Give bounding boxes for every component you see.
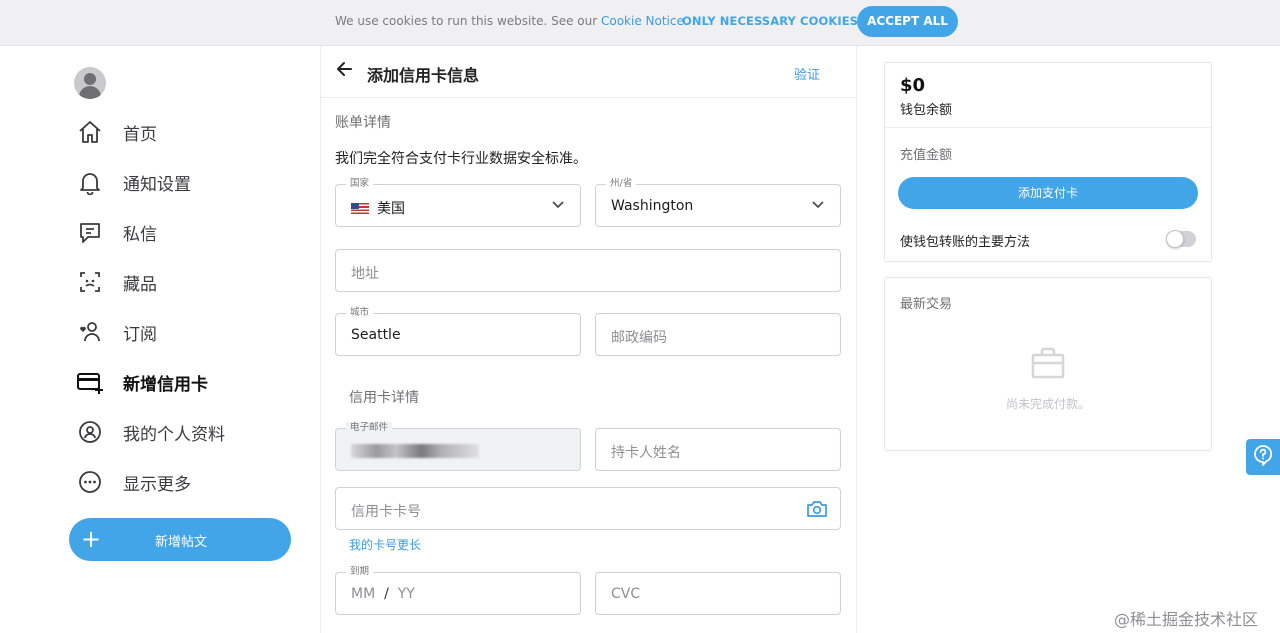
cookie-notice-link[interactable]: Cookie Notice	[601, 14, 684, 28]
page-title: 添加信用卡信息	[367, 66, 480, 85]
card-number-input[interactable]: 信用卡卡号	[335, 487, 841, 530]
state-value: Washington	[611, 198, 694, 214]
card-section-label: 信用卡详情	[349, 390, 419, 406]
wallet-balance-label: 钱包余额	[900, 103, 953, 118]
transactions-card: 最新交易 尚未完成付款。	[884, 277, 1212, 451]
sidebar-item-label: 通知设置	[123, 174, 191, 195]
country-select[interactable]: 国家 美国	[335, 178, 581, 227]
country-value: 美国	[351, 198, 405, 218]
chevron-down-icon	[810, 196, 826, 216]
add-card-panel: 添加信用卡信息 验证 账单详情 我们完全符合支付卡行业数据安全标准。 国家 美国…	[320, 46, 857, 633]
plus-icon: +	[81, 525, 102, 553]
bell-icon	[76, 168, 104, 196]
camera-icon[interactable]	[806, 499, 828, 523]
new-post-label: 新增帖文	[155, 535, 208, 550]
city-input[interactable]: 城市 Seattle	[335, 307, 581, 356]
card-number-placeholder: 信用卡卡号	[351, 504, 421, 520]
us-flag-icon	[351, 203, 369, 214]
state-select[interactable]: 州/省 Washington	[595, 178, 841, 227]
sidebar-item-profile[interactable]: 我的个人资料	[76, 417, 225, 447]
verify-link[interactable]: 验证	[794, 64, 820, 83]
country-label: 国家	[346, 178, 374, 190]
expiry-label: 到期	[346, 566, 374, 578]
topup-label: 充值金额	[900, 148, 953, 163]
only-necessary-cookies-button[interactable]: ONLY NECESSARY COOKIES	[682, 14, 858, 28]
message-icon	[76, 218, 104, 246]
compliance-text: 我们完全符合支付卡行业数据安全标准。	[335, 151, 587, 167]
sidebar-item-label: 私信	[123, 224, 157, 245]
longer-card-number-link[interactable]: 我的卡号更长	[349, 536, 421, 553]
sidebar-item-label: 订阅	[123, 324, 157, 345]
state-label: 州/省	[606, 178, 637, 190]
cookie-message: We use cookies to run this website. See …	[335, 14, 688, 28]
cvc-input[interactable]: CVC	[595, 572, 841, 615]
watermark: @稀土掘金技术社区	[1114, 610, 1259, 629]
sidebar-item-label: 藏品	[123, 274, 157, 295]
chevron-down-icon	[550, 196, 566, 216]
profile-icon	[76, 418, 104, 446]
primary-method-label: 使钱包转账的主要方法	[900, 235, 1031, 250]
cvc-placeholder: CVC	[611, 586, 641, 602]
city-value: Seattle	[351, 327, 401, 343]
sidebar-item-label: 首页	[123, 124, 157, 145]
add-payment-card-button[interactable]: 添加支付卡	[898, 177, 1198, 209]
subscription-icon	[76, 318, 104, 346]
accept-all-button[interactable]: ACCEPT ALL	[857, 6, 958, 37]
page-root: We use cookies to run this website. See …	[0, 0, 1280, 633]
sidebar-item-collections[interactable]: 藏品	[76, 267, 157, 297]
help-icon	[1252, 444, 1274, 470]
sidebar-item-more[interactable]: 显示更多	[76, 467, 191, 497]
cookie-banner: We use cookies to run this website. See …	[0, 0, 1280, 46]
back-arrow-icon[interactable]	[335, 60, 353, 82]
divider	[885, 127, 1211, 128]
zip-placeholder: 邮政编码	[611, 330, 667, 346]
zip-input[interactable]: 邮政编码	[595, 313, 841, 356]
sidebar-item-home[interactable]: 首页	[76, 117, 157, 147]
sidebar-item-messages[interactable]: 私信	[76, 217, 157, 247]
sidebar: 首页 通知设置 私信 藏品 订阅 新增信用卡 我的个人资料 显示更多 + 新增帖…	[0, 46, 320, 633]
sidebar-item-label: 新增信用卡	[123, 374, 208, 395]
expiry-input[interactable]: 到期 MM / YY	[335, 566, 581, 615]
expiry-placeholder: MM / YY	[351, 586, 415, 602]
cardholder-placeholder: 持卡人姓名	[611, 445, 681, 461]
sidebar-item-label: 显示更多	[123, 474, 191, 495]
new-post-button[interactable]: + 新增帖文	[69, 518, 291, 561]
no-transactions-text: 尚未完成付款。	[1005, 397, 1090, 411]
billing-section-label: 账单详情	[335, 115, 391, 131]
home-icon	[76, 118, 104, 146]
sidebar-item-add-credit-card[interactable]: 新增信用卡	[76, 367, 208, 397]
sidebar-item-label: 我的个人资料	[123, 424, 225, 445]
help-button[interactable]	[1246, 439, 1280, 475]
transactions-title: 最新交易	[900, 297, 953, 312]
wallet-card: $0 钱包余额 充值金额 添加支付卡 使钱包转账的主要方法	[884, 62, 1212, 262]
panel-header: 添加信用卡信息 验证	[321, 46, 856, 98]
avatar[interactable]	[74, 67, 106, 99]
cardholder-name-input[interactable]: 持卡人姓名	[595, 428, 841, 471]
primary-method-toggle[interactable]	[1166, 230, 1196, 248]
credit-card-add-icon	[76, 368, 104, 396]
wallet-amount: $0	[900, 75, 926, 96]
shopping-bag-icon	[1030, 346, 1066, 384]
email-label: 电子邮件	[346, 422, 393, 434]
address-input[interactable]: 地址	[335, 249, 841, 292]
sidebar-item-notifications[interactable]: 通知设置	[76, 167, 191, 197]
address-placeholder: 地址	[351, 266, 379, 282]
sidebar-item-subscriptions[interactable]: 订阅	[76, 317, 157, 347]
redacted-email	[351, 444, 479, 458]
city-label: 城市	[346, 307, 374, 319]
more-icon	[76, 468, 104, 496]
email-field: 电子邮件	[335, 422, 581, 471]
collection-icon	[76, 268, 104, 296]
